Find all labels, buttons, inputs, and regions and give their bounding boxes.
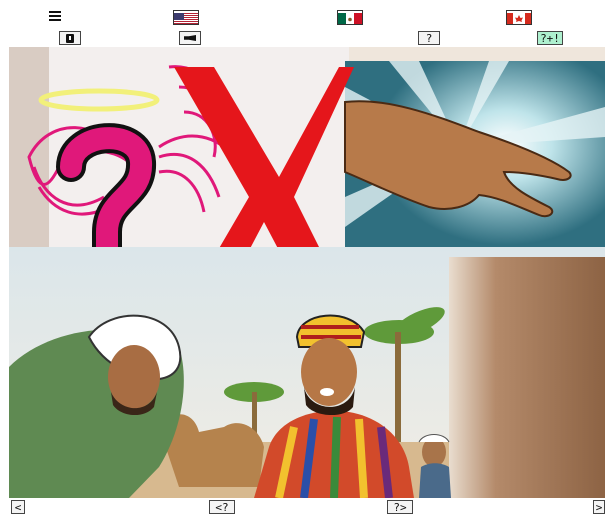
jesus-and-disciple-panel [9, 247, 605, 498]
audio-button[interactable] [179, 31, 201, 45]
previous-question-button[interactable]: <? [209, 500, 235, 514]
speaker-icon [184, 35, 196, 41]
mexico-flag-icon[interactable] [337, 10, 363, 25]
next-question-button[interactable]: ?> [387, 500, 413, 514]
page: ? ?+! < <? ?> > [0, 0, 605, 516]
canada-flag-icon[interactable] [506, 10, 532, 25]
main-illustration [9, 47, 605, 498]
book-icon [66, 33, 74, 43]
menu-button[interactable] [47, 9, 63, 23]
help-plus-button[interactable]: ?+! [537, 31, 563, 45]
previous-page-button[interactable]: < [11, 500, 25, 514]
help-button[interactable]: ? [418, 31, 440, 45]
divine-hand-panel [344, 61, 605, 261]
next-page-button[interactable]: > [593, 500, 605, 514]
us-flag-icon[interactable] [173, 10, 199, 25]
hamburger-menu-icon [49, 11, 61, 21]
book-button[interactable] [59, 31, 81, 45]
